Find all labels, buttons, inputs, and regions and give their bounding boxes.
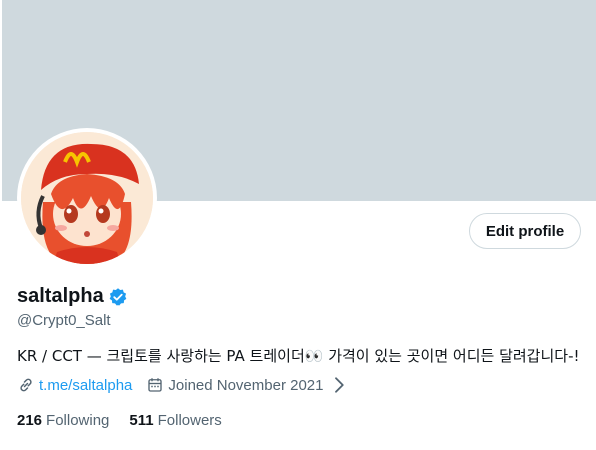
link-icon <box>20 378 32 392</box>
followers-label: Followers <box>157 412 222 429</box>
joined-date: Joined November 2021 <box>168 376 324 394</box>
profile-meta: t.me/saltalpha Joined November 2021 <box>17 376 352 394</box>
following-link[interactable]: 216 Following <box>17 412 109 429</box>
edit-profile-button[interactable]: Edit profile <box>469 213 581 249</box>
avatar[interactable] <box>21 132 153 264</box>
joined-item: Joined November 2021 <box>146 376 351 394</box>
verified-badge-icon[interactable] <box>108 287 128 307</box>
profile-bio: KR / CCT — 크립토를 사랑하는 PA 트레이더👀 가격이 있는 곳이면… <box>17 347 580 365</box>
profile-name-row: saltalpha <box>17 285 128 308</box>
chevron-right-icon[interactable] <box>330 376 348 394</box>
avatar-illustration <box>21 132 153 264</box>
profile-handle: @Crypt0_Salt <box>17 312 111 329</box>
calendar-icon <box>148 378 163 392</box>
website-item: t.me/saltalpha <box>17 376 132 394</box>
display-name: saltalpha <box>17 285 104 307</box>
following-label: Following <box>46 412 110 429</box>
follow-stats: 216 Following 511 Followers <box>17 412 242 429</box>
following-count: 216 <box>17 412 43 429</box>
followers-link[interactable]: 511 Followers <box>129 412 221 429</box>
website-link[interactable]: t.me/saltalpha <box>39 377 132 394</box>
followers-count: 511 <box>129 412 154 429</box>
